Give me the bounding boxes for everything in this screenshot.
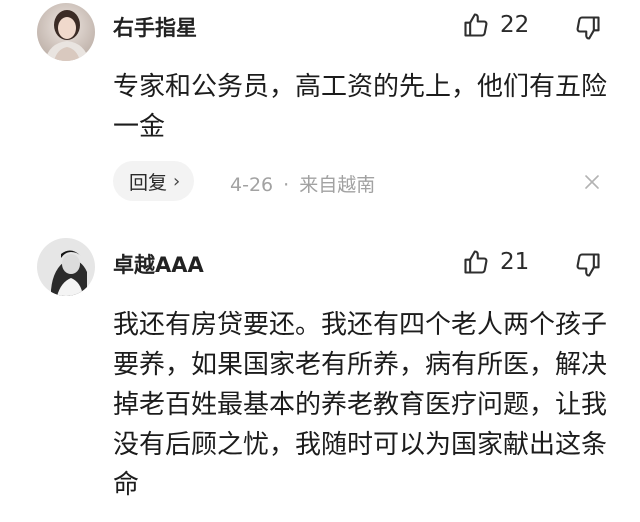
thumbs-down-icon[interactable]	[574, 251, 602, 279]
comment-item: 卓越AAA 21 我还有房贷要还。我还有四个老人两个孩子要养，如果国家老有所养，…	[0, 225, 640, 522]
meta-separator: ·	[283, 174, 290, 196]
comment-meta: 4-26 · 来自越南	[230, 170, 375, 197]
comment-item: 右手指星 22 专家和公务员，高工资的先上，他们有五险一金 回复 › 4-26 …	[0, 0, 640, 215]
thumbs-up-icon	[464, 13, 488, 37]
comment-text: 我还有房贷要还。我还有四个老人两个孩子要养，如果国家老有所养，病有所医，解决掉老…	[113, 310, 608, 500]
chevron-right-icon: ›	[173, 170, 181, 192]
thumbs-up-icon	[464, 250, 488, 274]
like-button[interactable]: 22	[462, 11, 529, 39]
close-icon[interactable]	[584, 174, 600, 190]
username[interactable]: 右手指星	[113, 12, 197, 42]
thumbs-down-icon[interactable]	[574, 14, 602, 42]
comment-location: 来自越南	[299, 174, 376, 196]
reply-button[interactable]: 回复 ›	[113, 161, 195, 201]
comment-text: 专家和公务员，高工资的先上，他们有五险一金	[113, 72, 608, 142]
avatar[interactable]	[37, 238, 95, 296]
like-count: 21	[500, 249, 530, 275]
username[interactable]: 卓越AAA	[113, 249, 204, 279]
like-count: 22	[500, 12, 530, 38]
like-button[interactable]: 21	[462, 248, 529, 276]
comment-date: 4-26	[230, 174, 274, 196]
reply-label: 回复	[129, 171, 168, 194]
avatar[interactable]	[37, 3, 95, 61]
